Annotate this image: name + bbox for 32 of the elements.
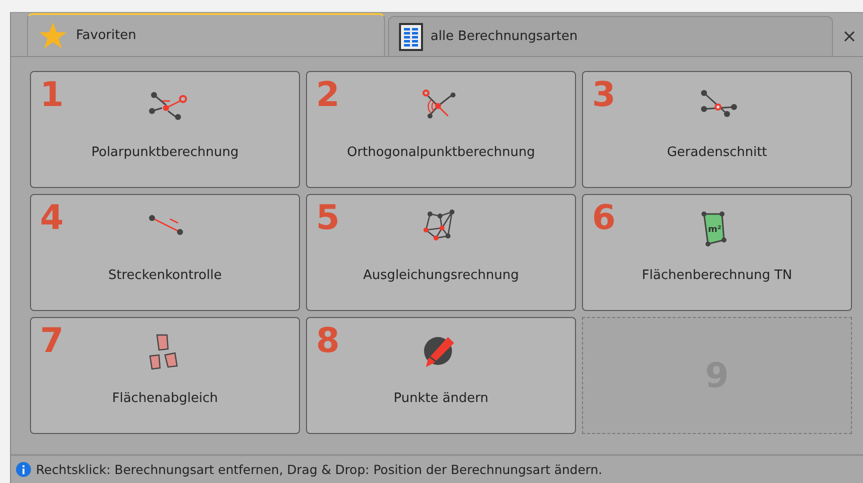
tile-label: Streckenkontrolle: [108, 268, 222, 283]
info-icon: [16, 462, 31, 476]
calculation-tile[interactable]: 5 Ausgleichungsrechnung: [306, 194, 576, 311]
tile-label: Flächenabgleich: [112, 391, 218, 406]
tile-number: 5: [316, 201, 340, 235]
calculation-tile[interactable]: 4 Streckenkontrolle: [30, 194, 300, 311]
tile-label: Orthogonalpunktberechnung: [347, 145, 535, 160]
tile-label: Geradenschnitt: [666, 145, 768, 160]
tile-number: 7: [40, 324, 64, 358]
close-button[interactable]: ×: [836, 16, 863, 56]
calculation-tile[interactable]: 2 Orthogonalpunktberechnung: [306, 71, 576, 188]
star-icon: [38, 20, 68, 50]
calculation-tile[interactable]: 7 Flächenabgleich: [30, 317, 300, 434]
calculation-tile[interactable]: 1 Polarpunktberechnung: [30, 71, 300, 188]
tile-number: 4: [40, 201, 64, 235]
area-unit-label: m²: [708, 225, 722, 235]
calculation-tile[interactable]: 6 m² Flächenberechnung TN: [582, 194, 852, 311]
tile-number: 8: [316, 324, 340, 358]
tile-label: Ausgleichungsrechnung: [363, 268, 519, 283]
tab[interactable]: Favoriten: [27, 13, 385, 56]
tile-number: 2: [316, 78, 340, 112]
tile-number: 3: [592, 78, 616, 112]
tab[interactable]: alle Berechnungsarten: [388, 16, 833, 56]
list-icon: [398, 22, 423, 50]
tile-label: Polarpunktberechnung: [91, 145, 239, 160]
status-text: Rechtsklick: Berechnungsart entfernen, Drag & Drop: Position der Berechnungsart ändern.: [36, 462, 602, 476]
calculation-tile[interactable]: 3 Geradenschnitt: [582, 71, 852, 188]
tile-label: Punkte ändern: [394, 391, 488, 406]
tile-number: 1: [40, 78, 64, 112]
tile-number: 6: [592, 201, 616, 235]
calculation-tile[interactable]: 8 Punkte ändern: [306, 317, 576, 434]
tile-label: Flächenberechnung TN: [642, 268, 792, 283]
